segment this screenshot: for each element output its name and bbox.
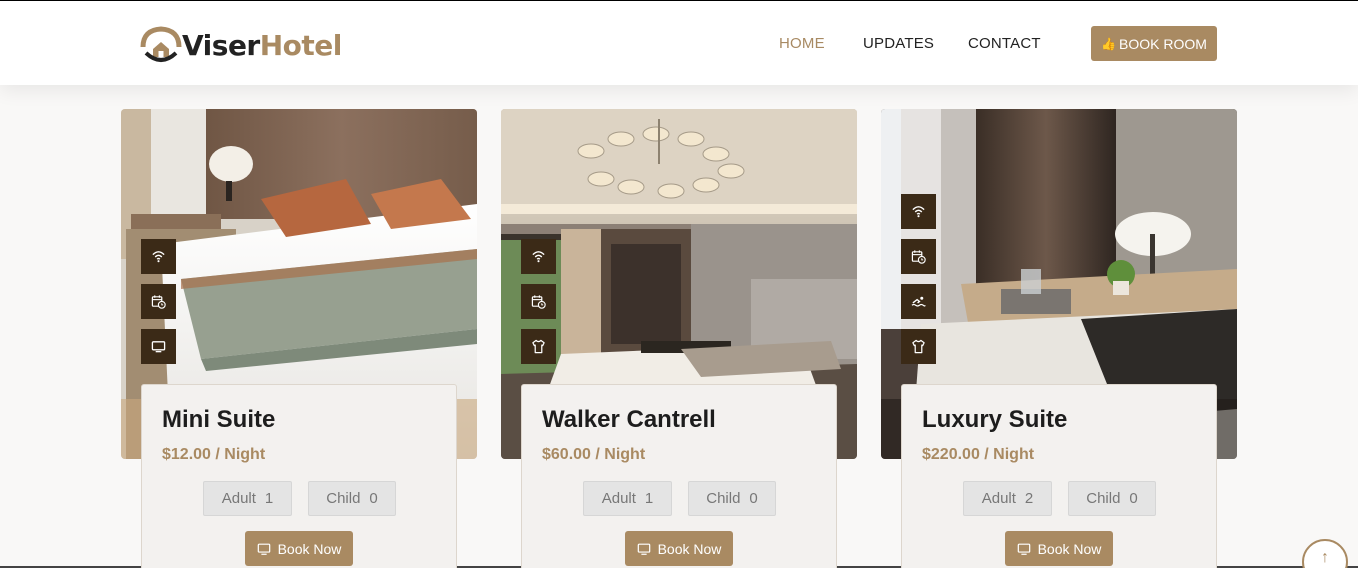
- book-now-label: Book Now: [277, 540, 342, 557]
- child-count: Child 0: [308, 481, 396, 516]
- book-now-label: Book Now: [657, 540, 722, 557]
- book-room-label: BOOK ROOM: [1119, 35, 1207, 52]
- child-count: Child 0: [1068, 481, 1156, 516]
- adult-count: Adult 1: [203, 481, 292, 516]
- wifi-icon[interactable]: [901, 194, 936, 229]
- room-name[interactable]: Mini Suite: [162, 406, 275, 434]
- thumbs-up-icon: 👍: [1101, 36, 1117, 51]
- tv-icon[interactable]: [141, 329, 176, 364]
- swimming-icon[interactable]: [901, 284, 936, 319]
- nav-updates[interactable]: UPDATES: [863, 35, 934, 52]
- room-card-walker-cantrell: Walker Cantrell $60.00 / Night Adult 1 Ch…: [521, 384, 837, 568]
- room-price: $60.00 / Night: [542, 446, 646, 463]
- book-now-button[interactable]: Book Now: [625, 531, 733, 566]
- calendar-clock-icon[interactable]: [901, 239, 936, 274]
- monitor-icon: [257, 542, 271, 556]
- room-price: $12.00 / Night: [162, 446, 266, 463]
- nav-home[interactable]: HOME: [779, 35, 825, 52]
- monitor-icon: [637, 542, 651, 556]
- wifi-icon[interactable]: [521, 239, 556, 274]
- shirt-icon[interactable]: [521, 329, 556, 364]
- book-now-button[interactable]: Book Now: [1005, 531, 1113, 566]
- adult-count: Adult 2: [963, 481, 1052, 516]
- adult-count: Adult 1: [583, 481, 672, 516]
- room-card-mini-suite: Mini Suite $12.00 / Night Adult 1 Child 0 …: [141, 384, 457, 568]
- wifi-icon[interactable]: [141, 239, 176, 274]
- scroll-to-top-button[interactable]: ↑: [1302, 539, 1348, 568]
- room-price: $220.00 / Night: [922, 446, 1035, 463]
- room-name[interactable]: Walker Cantrell: [542, 406, 716, 434]
- calendar-clock-icon[interactable]: [521, 284, 556, 319]
- room-name[interactable]: Luxury Suite: [922, 406, 1067, 434]
- room-card-luxury-suite: Luxury Suite $220.00 / Night Adult 2 Chil…: [901, 384, 1217, 568]
- shirt-icon[interactable]: [901, 329, 936, 364]
- child-count: Child 0: [688, 481, 776, 516]
- book-now-button[interactable]: Book Now: [245, 531, 353, 566]
- monitor-icon: [1017, 542, 1031, 556]
- calendar-clock-icon[interactable]: [141, 284, 176, 319]
- arrow-up-icon: ↑: [1321, 549, 1329, 566]
- book-room-button[interactable]: 👍 BOOK ROOM: [1091, 26, 1217, 61]
- book-now-label: Book Now: [1037, 540, 1102, 557]
- site-header: ViserHotel HOME UPDATES CONTACT 👍 BOOK R…: [0, 1, 1358, 85]
- nav-contact[interactable]: CONTACT: [968, 35, 1041, 52]
